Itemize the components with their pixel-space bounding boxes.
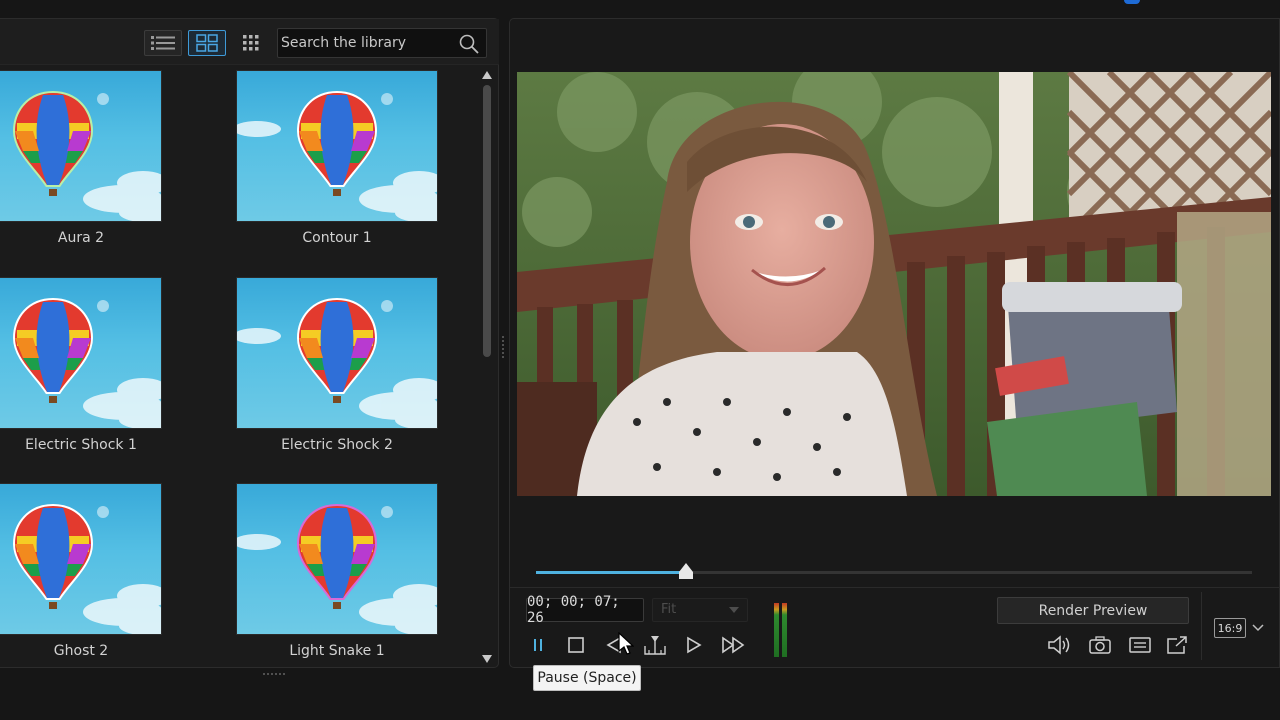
split-clip-button[interactable] bbox=[641, 631, 669, 659]
snapshot-button[interactable] bbox=[1086, 631, 1114, 659]
small-grid-view-icon bbox=[243, 35, 259, 51]
library-item[interactable]: Electric Shock 1 bbox=[0, 277, 162, 462]
library-grid: Aura 2 Contour 1 Electric Shock 1 Electr… bbox=[0, 69, 478, 667]
search-icon[interactable] bbox=[458, 33, 480, 55]
camera-icon bbox=[1089, 636, 1111, 654]
playback-timeline[interactable] bbox=[536, 563, 1252, 579]
panel-resize-handle[interactable] bbox=[263, 673, 285, 676]
effects-library-panel: Aura 2 Contour 1 bbox=[0, 18, 499, 668]
next-frame-button[interactable] bbox=[680, 631, 708, 659]
pause-tooltip: Pause (Space) bbox=[533, 665, 641, 691]
effect-thumbnail bbox=[236, 70, 438, 222]
grid-view-icon bbox=[196, 34, 218, 52]
library-item[interactable]: Light Snake 1 bbox=[236, 483, 438, 667]
library-item-label: Ghost 2 bbox=[53, 643, 109, 659]
library-item-label: Light Snake 1 bbox=[289, 643, 385, 659]
timecode-display[interactable]: 00; 00; 07; 26 bbox=[526, 594, 644, 626]
audio-meter-right bbox=[781, 603, 787, 657]
subtitles-icon bbox=[1129, 637, 1151, 653]
search-input[interactable] bbox=[278, 29, 456, 57]
audio-level-meter bbox=[771, 603, 789, 657]
effect-thumbnail bbox=[0, 70, 162, 222]
subtitle-button[interactable] bbox=[1126, 631, 1154, 659]
next-frame-icon bbox=[687, 636, 702, 654]
library-item[interactable]: Ghost 2 bbox=[0, 483, 162, 667]
dropdown-arrow-icon bbox=[729, 607, 739, 613]
stop-button[interactable] bbox=[562, 631, 590, 659]
pause-icon bbox=[534, 639, 542, 651]
effect-thumbnail bbox=[0, 483, 162, 635]
scroll-down-icon[interactable] bbox=[481, 653, 493, 665]
zoom-fit-select[interactable]: Fit bbox=[652, 598, 748, 622]
video-frame-image bbox=[517, 72, 1271, 496]
fast-forward-button[interactable] bbox=[720, 631, 748, 659]
library-item[interactable]: Contour 1 bbox=[236, 70, 438, 255]
fast-forward-icon bbox=[722, 636, 745, 654]
effect-thumbnail bbox=[0, 277, 162, 429]
timeline-progress bbox=[536, 571, 686, 574]
library-toolbar bbox=[0, 19, 499, 65]
undock-preview-button[interactable] bbox=[1163, 631, 1191, 659]
effect-thumbnail bbox=[236, 483, 438, 635]
list-view-icon bbox=[151, 36, 175, 50]
playhead-handle[interactable] bbox=[679, 563, 693, 579]
stop-icon bbox=[568, 637, 584, 653]
effect-thumbnail bbox=[236, 277, 438, 429]
library-scrollbar[interactable] bbox=[479, 69, 495, 667]
controls-separator bbox=[1201, 592, 1202, 660]
top-accent-indicator bbox=[1124, 0, 1140, 4]
fit-select-label: Fit bbox=[661, 602, 677, 617]
volume-button[interactable] bbox=[1046, 631, 1074, 659]
library-item-label: Contour 1 bbox=[302, 230, 372, 246]
split-clip-icon bbox=[644, 636, 666, 655]
splitter-handle[interactable] bbox=[502, 336, 505, 358]
grid-view-button[interactable] bbox=[188, 30, 226, 56]
mouse-cursor-icon bbox=[618, 632, 634, 655]
library-item-label: Aura 2 bbox=[57, 230, 105, 246]
controls-divider bbox=[510, 587, 1280, 588]
chevron-down-icon[interactable] bbox=[1251, 622, 1265, 634]
external-window-icon bbox=[1167, 636, 1187, 654]
library-item-label: Electric Shock 1 bbox=[25, 437, 137, 453]
library-item-label: Electric Shock 2 bbox=[281, 437, 393, 453]
small-grid-view-button[interactable] bbox=[236, 30, 266, 56]
audio-meter-left bbox=[773, 603, 779, 657]
scroll-up-icon[interactable] bbox=[481, 69, 493, 81]
pause-button[interactable] bbox=[524, 631, 552, 659]
app-window: Aura 2 Contour 1 bbox=[0, 0, 1280, 720]
library-search-box bbox=[277, 28, 487, 58]
aspect-ratio-select[interactable]: 16:9 bbox=[1214, 618, 1246, 638]
library-item[interactable]: Aura 2 bbox=[0, 70, 162, 255]
library-item[interactable]: Electric Shock 2 bbox=[236, 277, 438, 462]
render-preview-button[interactable]: Render Preview bbox=[997, 597, 1189, 624]
video-preview[interactable] bbox=[517, 72, 1271, 496]
speaker-icon bbox=[1048, 635, 1070, 655]
scrollbar-thumb[interactable] bbox=[483, 85, 491, 357]
list-view-button[interactable] bbox=[144, 30, 182, 56]
